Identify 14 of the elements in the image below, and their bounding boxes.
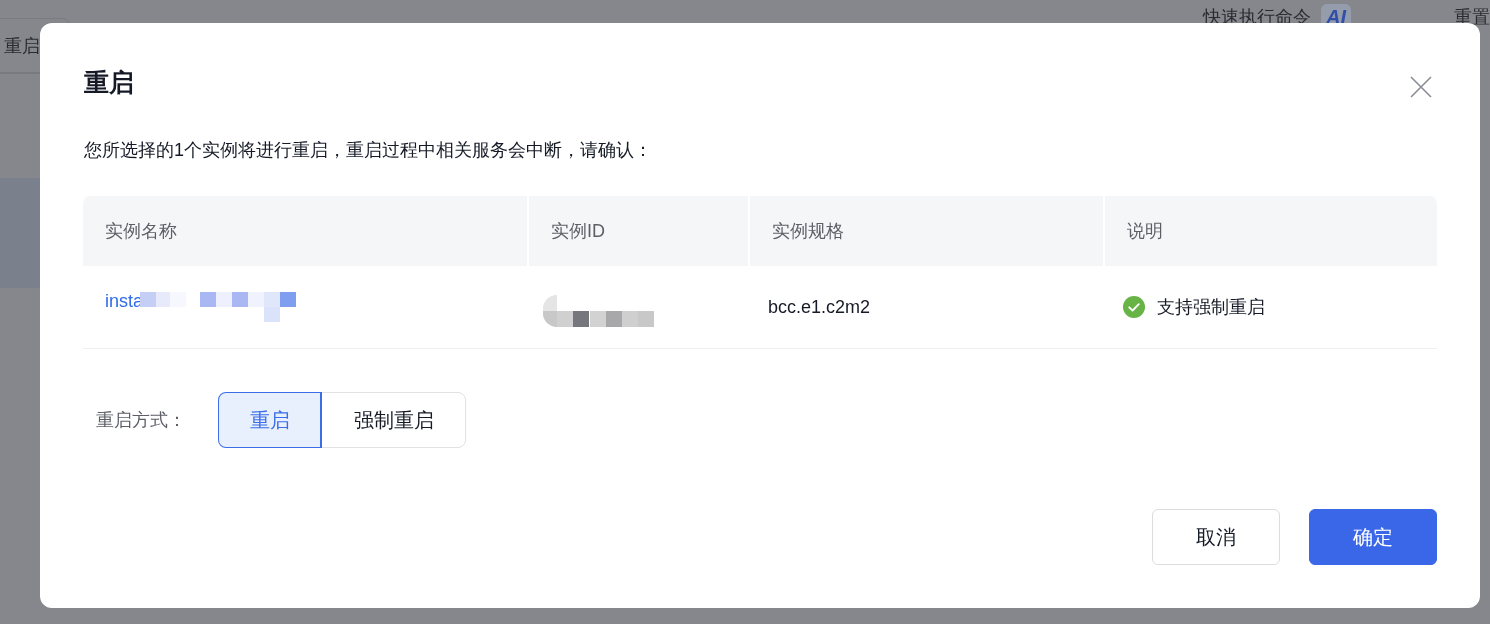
instance-spec: bcc.e1.c2m2 (768, 296, 871, 318)
close-icon[interactable] (1410, 76, 1432, 98)
column-header: 实例名称 (104, 220, 178, 243)
column-header: 实例规格 (748, 196, 1103, 266)
confirm-button[interactable]: 确定 (1309, 509, 1437, 565)
dialog-message: 您所选择的1个实例将进行重启，重启过程中相关服务会中断，请确认： (84, 139, 653, 162)
note-text: 支持强制重启 (1157, 296, 1265, 319)
cancel-button[interactable]: 取消 (1152, 509, 1280, 565)
column-header: 说明 (1103, 196, 1437, 266)
column-header: 实例ID (527, 196, 748, 266)
dialog-title: 重启 (84, 66, 134, 98)
mode-label: 重启方式： (96, 409, 187, 432)
mode-option[interactable]: 强制重启 (321, 392, 466, 448)
mode-option[interactable]: 重启 (218, 392, 322, 448)
